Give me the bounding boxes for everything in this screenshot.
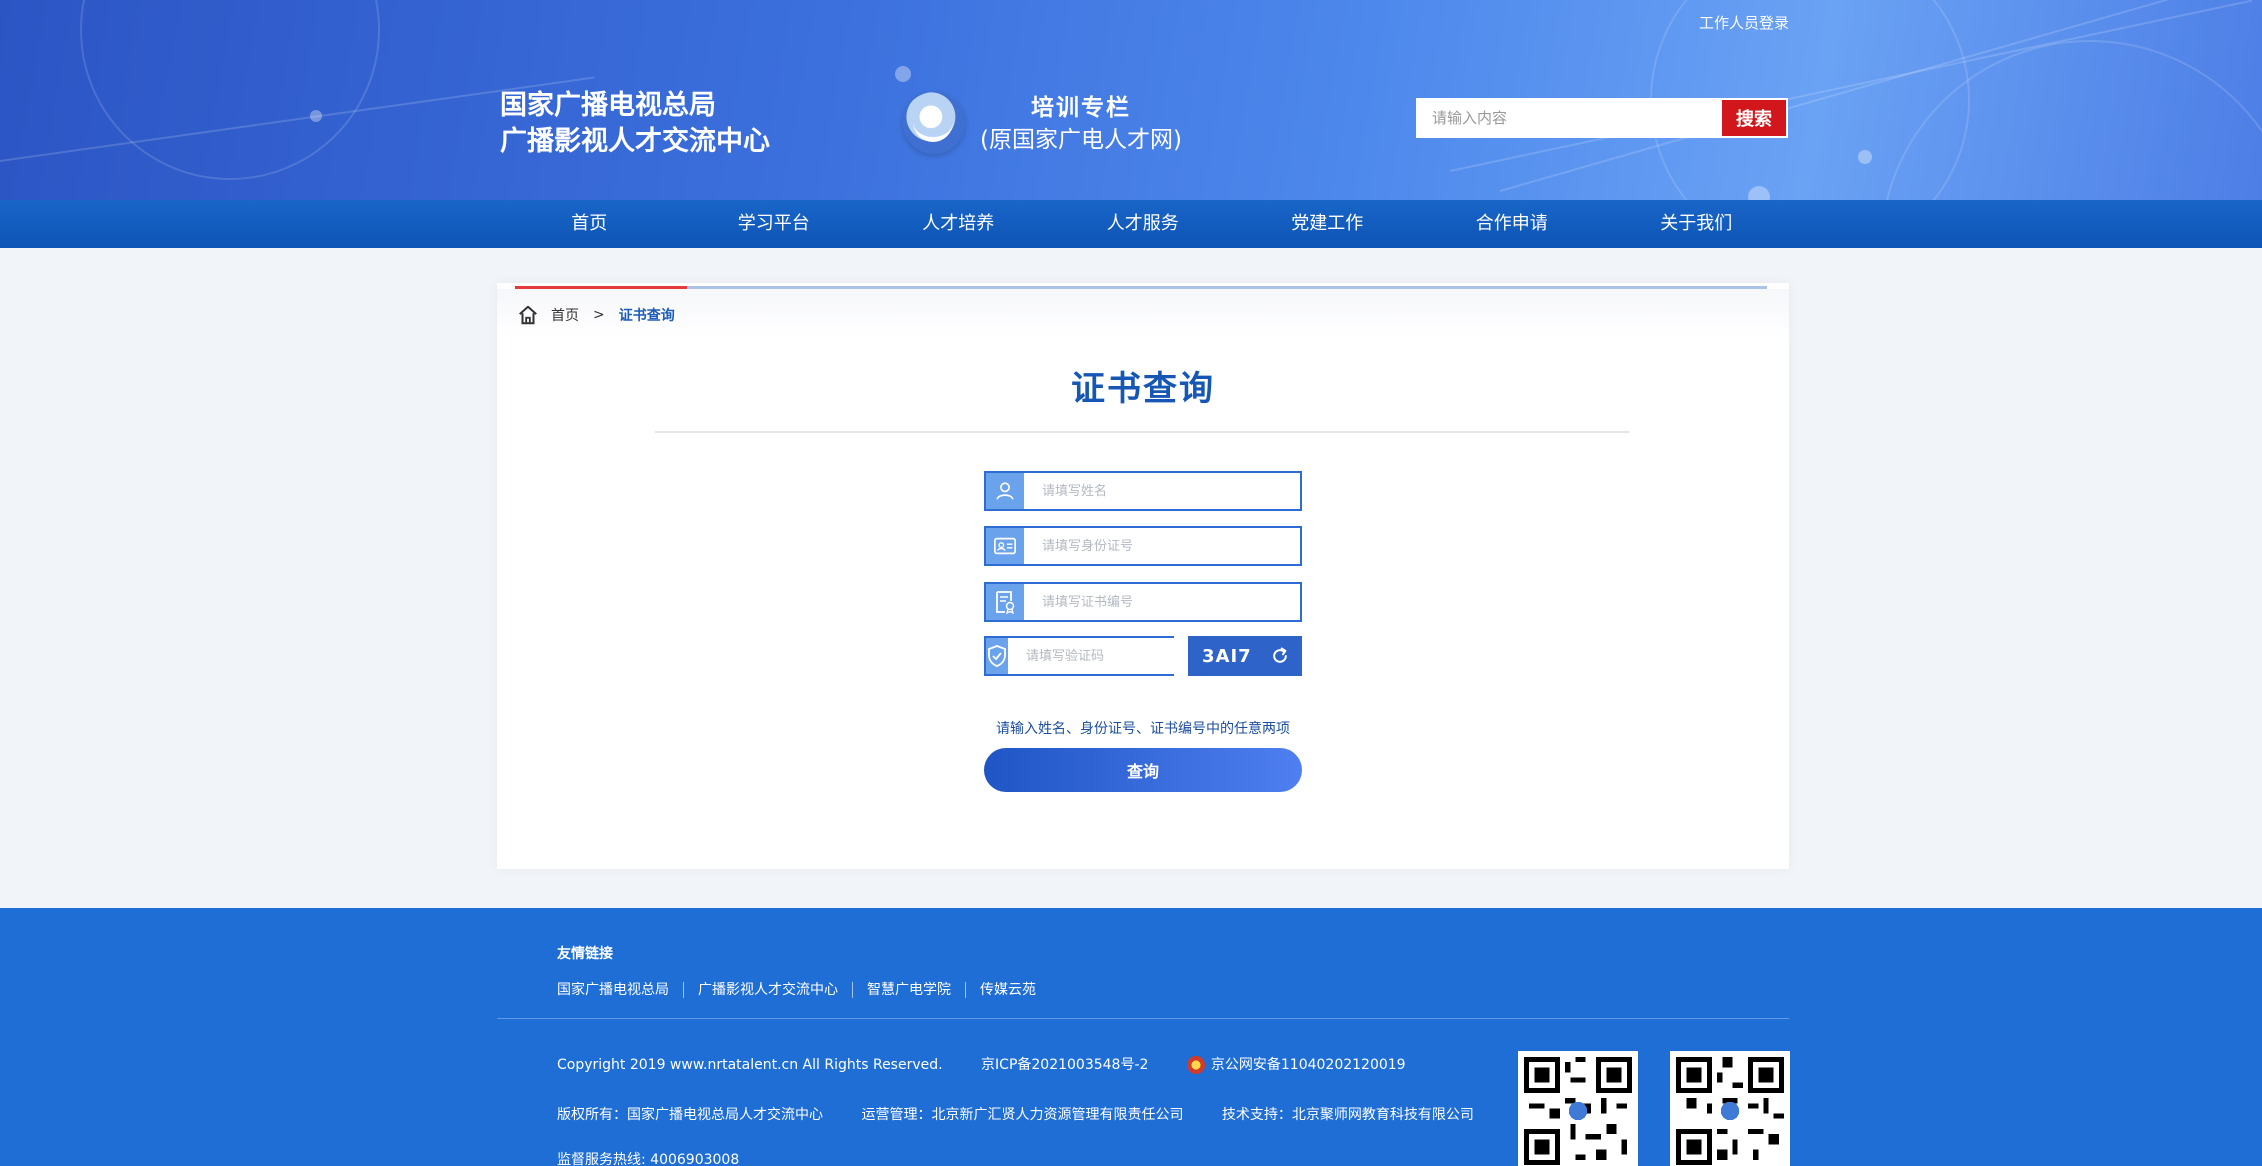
user-icon xyxy=(986,473,1024,509)
title-divider xyxy=(655,431,1629,433)
id-number-input[interactable] xyxy=(1024,528,1300,564)
decor-dot xyxy=(1858,150,1872,164)
training-column-title[interactable]: 培训专栏 (原国家广电人才网) xyxy=(970,92,1192,156)
decor-dot xyxy=(895,66,911,82)
certificate-number-input[interactable] xyxy=(1024,584,1300,620)
decor-dot xyxy=(310,110,322,122)
search-button[interactable]: 搜索 xyxy=(1722,100,1786,136)
police-record-link[interactable]: 京公网安备11040202120019 xyxy=(1211,1057,1406,1073)
tech-support-text: 技术支持：北京聚师网教育科技有限公司 xyxy=(1221,1107,1474,1123)
query-button[interactable]: 查询 xyxy=(984,748,1302,792)
nav-item-talent-service[interactable]: 人才服务 xyxy=(1051,200,1236,248)
training-logo-icon xyxy=(903,92,965,154)
friend-link[interactable]: 广播影视人才交流中心 xyxy=(683,982,852,998)
footer-divider xyxy=(497,1018,1789,1019)
footer-row-hotline: 监督服务热线: 4006903008 xyxy=(557,1149,773,1166)
training-title-line1: 培训专栏 xyxy=(1031,95,1131,121)
friend-link[interactable]: 国家广播电视总局 xyxy=(557,982,683,998)
friend-link[interactable]: 智慧广电学院 xyxy=(852,982,965,998)
decor-circle xyxy=(80,0,380,180)
main-nav: 首页 学习平台 人才培养 人才服务 党建工作 合作申请 关于我们 xyxy=(0,200,2262,248)
captcha-image[interactable]: 3AI7 xyxy=(1188,636,1302,676)
nav-item-about[interactable]: 关于我们 xyxy=(1604,200,1789,248)
org-name: 国家广播电视总局 广播影视人才交流中心 xyxy=(500,88,770,160)
qr-code-icon xyxy=(1518,1051,1638,1166)
training-title-line2: (原国家广电人才网) xyxy=(980,127,1182,153)
query-hint: 请输入姓名、身份证号、证书编号中的任意两项 xyxy=(996,721,1290,737)
owner-text: 版权所有：国家广播电视总局人才交流中心 xyxy=(557,1107,823,1123)
org-name-line2: 广播影视人才交流中心 xyxy=(500,126,770,157)
nav-item-learning[interactable]: 学习平台 xyxy=(682,200,867,248)
staff-login-link[interactable]: 工作人员登录 xyxy=(1699,12,1789,33)
search-input[interactable] xyxy=(1418,100,1722,136)
captcha-input[interactable] xyxy=(1008,638,1196,674)
footer: 友情链接 国家广播电视总局 广播影视人才交流中心 智慧广电学院 传媒云苑 Cop… xyxy=(0,908,2262,1166)
certificate-query-card: 首页 > 证书查询 证书查询 3AI7 请输入姓名、身份证号、证书编号中的 xyxy=(497,283,1789,869)
search-box: 搜索 xyxy=(1416,98,1788,138)
name-input[interactable] xyxy=(1024,473,1300,509)
footer-row-info: 版权所有：国家广播电视总局人才交流中心 运营管理：北京新广汇贤人力资源管理有限责… xyxy=(557,1104,1508,1124)
refresh-icon[interactable] xyxy=(1270,646,1290,666)
friend-link[interactable]: 传媒云苑 xyxy=(965,982,1050,998)
page-title: 证书查询 xyxy=(1071,369,1215,409)
name-field xyxy=(984,471,1302,511)
nav-item-home[interactable]: 首页 xyxy=(497,200,682,248)
home-icon[interactable] xyxy=(517,304,539,326)
org-name-line1: 国家广播电视总局 xyxy=(500,90,716,121)
breadcrumb-current: 证书查询 xyxy=(618,308,675,324)
certificate-number-field xyxy=(984,582,1302,622)
nav-item-cooperation[interactable]: 合作申请 xyxy=(1420,200,1605,248)
shield-icon xyxy=(986,638,1008,674)
captcha-code: 3AI7 xyxy=(1202,645,1252,667)
police-badge-icon xyxy=(1186,1056,1205,1074)
footer-row-copyright: Copyright 2019 www.nrtatalent.cn All Rig… xyxy=(557,1054,1440,1074)
qr-code-icon xyxy=(1670,1051,1790,1166)
hotline-text: 监督服务热线: 4006903008 xyxy=(557,1152,740,1166)
nav-item-training[interactable]: 人才培养 xyxy=(866,200,1051,248)
nav-item-party[interactable]: 党建工作 xyxy=(1235,200,1420,248)
breadcrumb-separator: > xyxy=(593,307,605,323)
id-number-field xyxy=(984,526,1302,566)
header-banner: 工作人员登录 国家广播电视总局 广播影视人才交流中心 培训专栏 (原国家广电人才… xyxy=(0,0,2262,200)
id-card-icon xyxy=(986,528,1024,564)
breadcrumb-home[interactable]: 首页 xyxy=(551,305,579,325)
breadcrumb: 首页 > 证书查询 xyxy=(517,304,675,326)
certificate-icon xyxy=(986,584,1024,620)
copyright-text: Copyright 2019 www.nrtatalent.cn All Rig… xyxy=(557,1057,943,1073)
friend-links: 国家广播电视总局 广播影视人才交流中心 智慧广电学院 传媒云苑 xyxy=(557,982,1050,998)
icp-link[interactable]: 京ICP备2021003548号-2 xyxy=(981,1057,1148,1073)
friend-links-title: 友情链接 xyxy=(557,946,613,962)
operator-text: 运营管理：北京新广汇贤人力资源管理有限责任公司 xyxy=(861,1107,1184,1123)
captcha-field xyxy=(984,636,1196,676)
